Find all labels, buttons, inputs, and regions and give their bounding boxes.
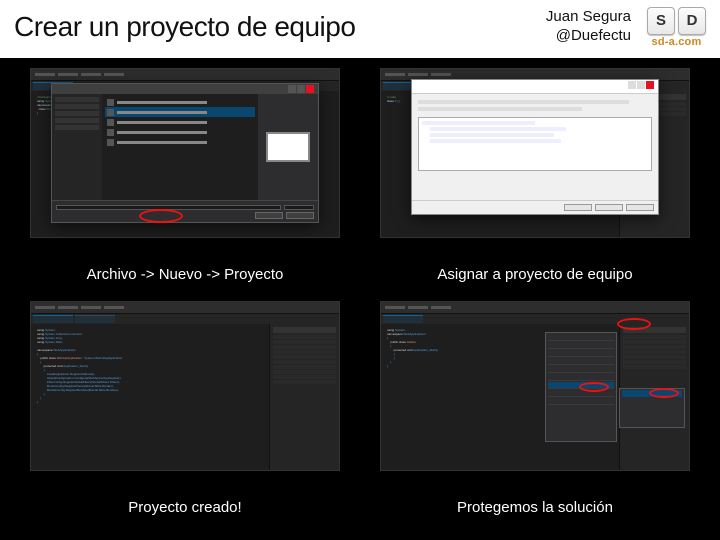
highlight-ellipse <box>617 318 651 330</box>
author-handle: @Duefectu <box>546 27 631 46</box>
caption-4: Protegemos la solución <box>380 495 690 526</box>
author-block: Juan Segura @Duefectu <box>546 8 631 46</box>
screenshot-new-project: // background code using System; namespa… <box>30 68 340 238</box>
screenshot-project-created: using System; using System.Collections.G… <box>30 301 340 471</box>
slide-grid: // background code using System; namespa… <box>0 58 720 540</box>
slide-title: Crear un proyecto de equipo <box>14 11 355 43</box>
highlight-ellipse <box>579 382 609 392</box>
caption-3: Proyecto creado! <box>30 495 340 526</box>
logo-key-s: S <box>647 7 675 35</box>
logo: S D sd-a.com <box>647 7 706 48</box>
highlight-ellipse <box>649 388 679 398</box>
new-project-dialog <box>51 83 319 223</box>
screenshot-protect-solution: using System; namespace WebApplication1 … <box>380 301 690 471</box>
team-project-wizard <box>411 79 659 215</box>
caption-2: Asignar a proyecto de equipo <box>380 262 690 293</box>
logo-text: sd-a.com <box>652 36 702 48</box>
logo-key-d: D <box>678 7 706 35</box>
author-name: Juan Segura <box>546 8 631 27</box>
screenshot-assign-team: // code class X { } <box>380 68 690 238</box>
slide-header: Crear un proyecto de equipo Juan Segura … <box>0 0 720 58</box>
caption-1: Archivo -> Nuevo -> Proyecto <box>30 262 340 293</box>
